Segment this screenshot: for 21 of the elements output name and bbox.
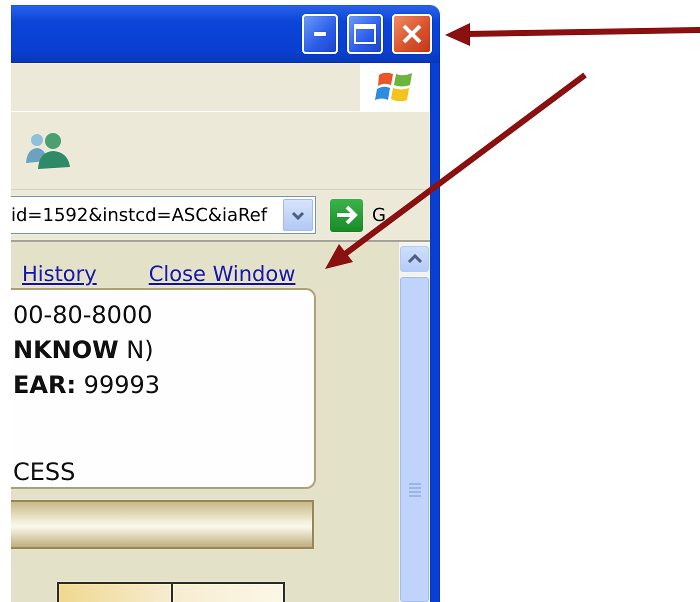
close-button[interactable] [392,14,432,54]
arrow-right-icon [334,204,358,226]
grip-icon [408,483,420,497]
record-line: NKNOW N) [13,335,155,366]
record-line: EAR: 99993 [13,370,162,401]
record-line: 00-80-8000 [13,300,154,331]
minimize-button[interactable] [302,14,338,54]
link[interactable]: History [22,260,97,290]
dropdown-button[interactable] [283,199,313,231]
maximize-button[interactable] [347,14,383,54]
maximize-icon [353,23,377,45]
link[interactable]: Close Window [148,260,296,290]
address-field[interactable]: id=1592&instcd=ASC&iaRef [11,196,316,234]
minimize-icon [313,31,327,37]
scrollbar[interactable] [399,242,430,602]
record-line: CESS [13,457,76,488]
chevron-up-icon [406,254,422,264]
scroll-up-button[interactable] [400,246,429,272]
chevron-down-icon [291,210,305,220]
scroll-thumb[interactable] [400,277,429,602]
close-icon [401,23,423,45]
